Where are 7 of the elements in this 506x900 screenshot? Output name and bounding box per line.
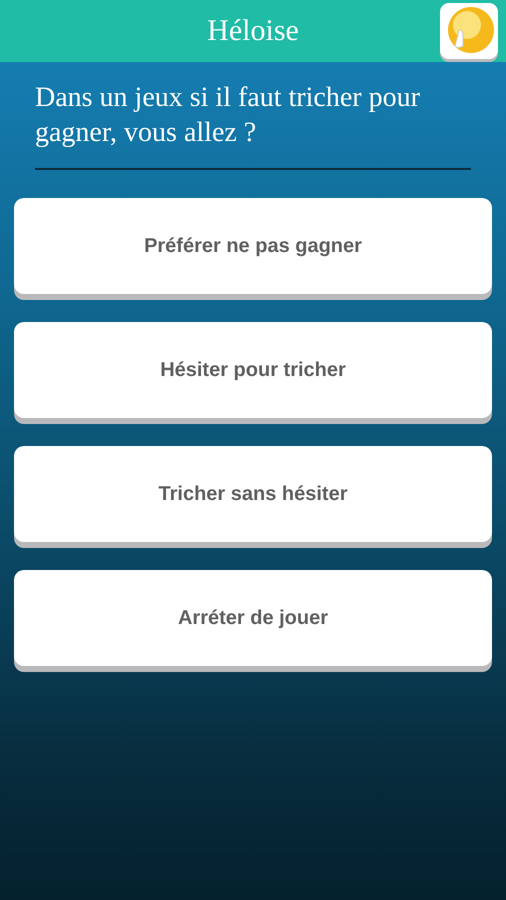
question-text: Dans un jeux si il faut tricher pour gagner, vous allez ?: [35, 81, 421, 150]
answer-button[interactable]: Hésiter pour tricher: [14, 322, 492, 418]
emoji-icon[interactable]: [440, 3, 498, 59]
answer-button[interactable]: Arréter de jouer: [14, 570, 492, 666]
screen-title: Héloise: [207, 13, 299, 49]
answer-button[interactable]: Tricher sans hésiter: [14, 446, 492, 542]
answer-button[interactable]: Préférer ne pas gagner: [14, 198, 492, 294]
